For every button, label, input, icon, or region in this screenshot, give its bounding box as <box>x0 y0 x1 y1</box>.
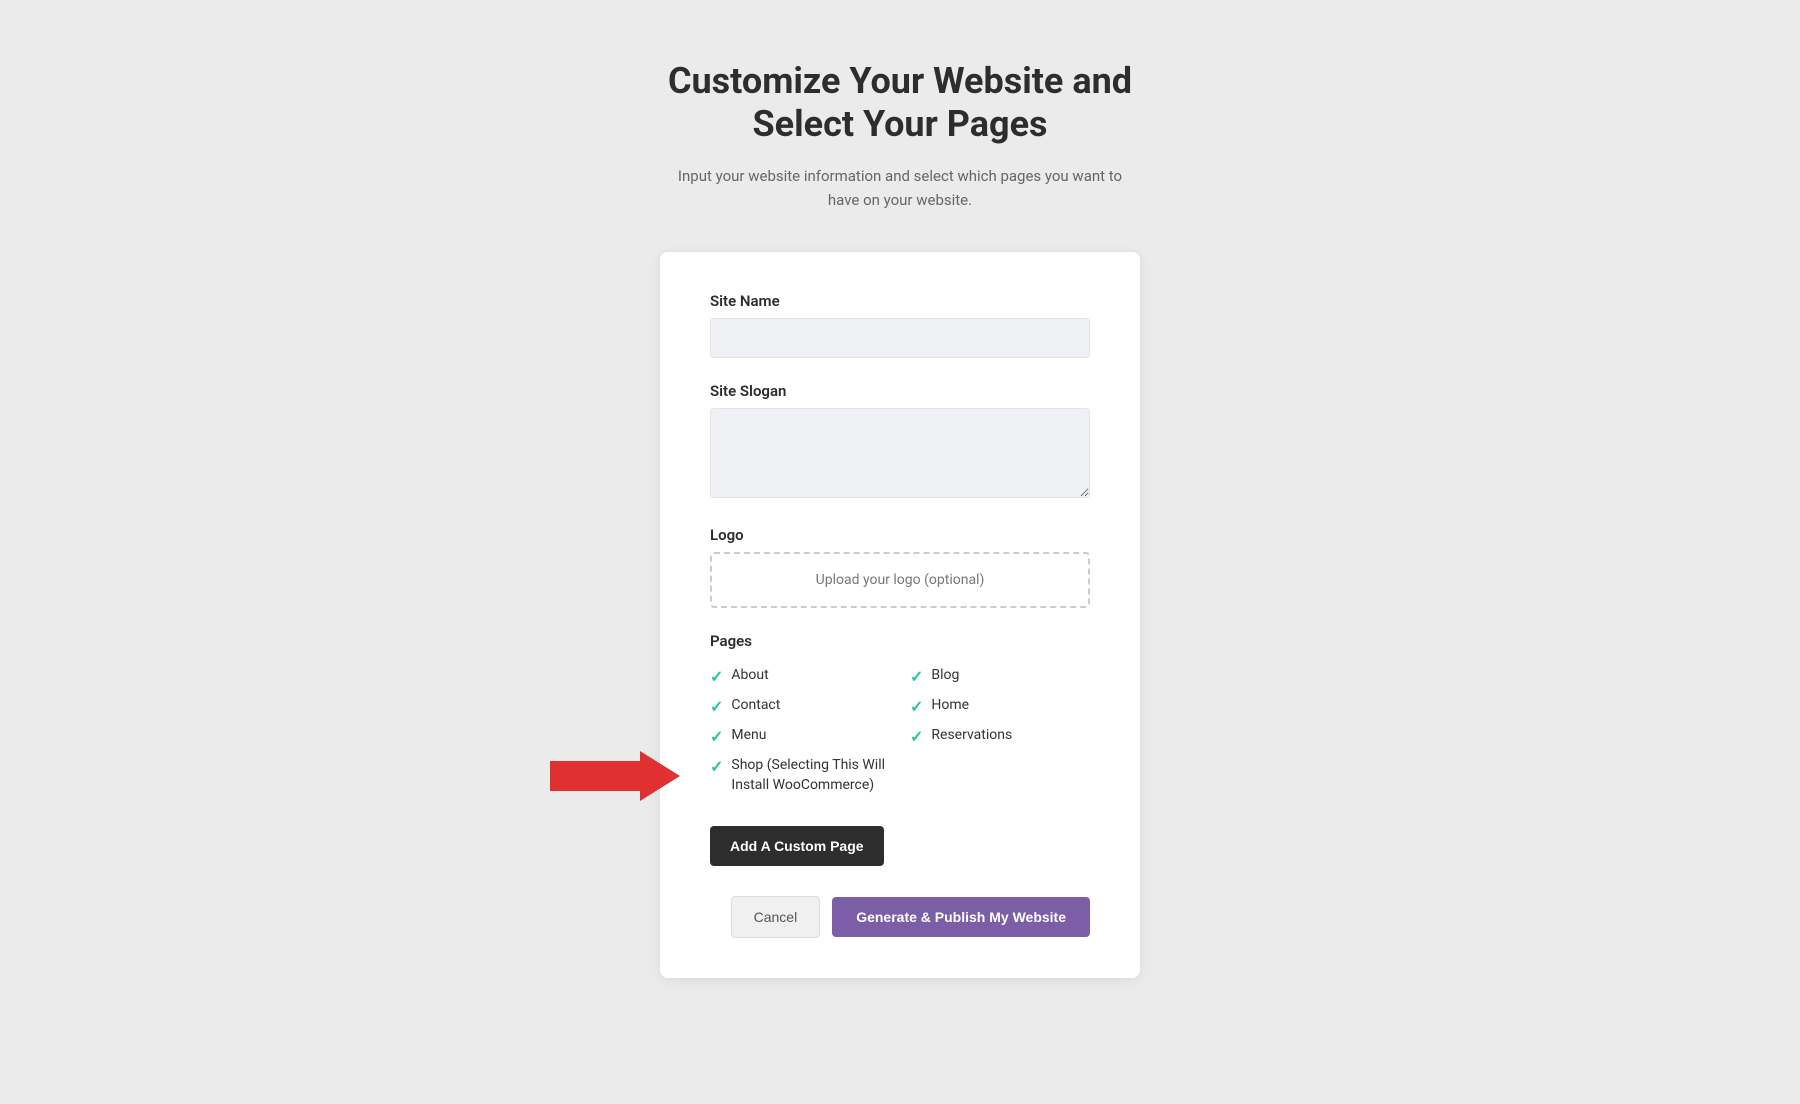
page-label-shop: Shop (Selecting This Will Install WooCom… <box>731 756 890 795</box>
page-label-home: Home <box>931 696 969 716</box>
actions-row: Cancel Generate & Publish My Website <box>710 896 1090 938</box>
page-label-about: About <box>731 666 768 686</box>
add-custom-page-button[interactable]: Add A Custom Page <box>710 826 884 866</box>
check-icon-home: ✓ <box>910 697 923 716</box>
check-icon-reservations: ✓ <box>910 727 923 746</box>
page-item-blog[interactable]: ✓ Blog <box>910 666 1090 686</box>
page-item-home[interactable]: ✓ Home <box>910 696 1090 716</box>
add-custom-page-row: Add A Custom Page <box>710 816 1090 896</box>
check-icon-shop: ✓ <box>710 757 723 776</box>
logo-field: Logo Upload your logo (optional) <box>710 526 1090 608</box>
check-icon-about: ✓ <box>710 667 723 686</box>
page-label-blog: Blog <box>931 666 959 686</box>
pages-label: Pages <box>710 632 1090 650</box>
page-label-contact: Contact <box>731 696 780 716</box>
page-label-reservations: Reservations <box>931 726 1012 746</box>
site-slogan-field: Site Slogan <box>710 382 1090 526</box>
page-item-shop[interactable]: ✓ Shop (Selecting This Will Install WooC… <box>710 756 890 795</box>
logo-label: Logo <box>710 526 1090 544</box>
red-arrow-indicator <box>550 751 680 801</box>
site-name-field: Site Name <box>710 292 1090 382</box>
page-item-contact[interactable]: ✓ Contact <box>710 696 890 716</box>
page-item-about[interactable]: ✓ About <box>710 666 890 686</box>
pages-grid: ✓ About ✓ Blog ✓ Contact ✓ Home ✓ Menu ✓… <box>710 666 1090 795</box>
page-item-reservations[interactable]: ✓ Reservations <box>910 726 1090 746</box>
logo-upload-area[interactable]: Upload your logo (optional) <box>710 552 1090 608</box>
page-label-menu: Menu <box>731 726 766 746</box>
page-title: Customize Your Website and Select Your P… <box>650 60 1150 146</box>
check-icon-contact: ✓ <box>710 697 723 716</box>
form-card: Site Name Site Slogan Logo Upload your l… <box>660 252 1140 977</box>
check-icon-menu: ✓ <box>710 727 723 746</box>
site-slogan-input[interactable] <box>710 408 1090 498</box>
site-name-input[interactable] <box>710 318 1090 358</box>
page-subtitle: Input your website information and selec… <box>670 164 1130 212</box>
site-name-label: Site Name <box>710 292 1090 310</box>
page-item-menu[interactable]: ✓ Menu <box>710 726 890 746</box>
cancel-button[interactable]: Cancel <box>731 896 821 938</box>
generate-publish-button[interactable]: Generate & Publish My Website <box>832 897 1090 937</box>
check-icon-blog: ✓ <box>910 667 923 686</box>
site-slogan-label: Site Slogan <box>710 382 1090 400</box>
